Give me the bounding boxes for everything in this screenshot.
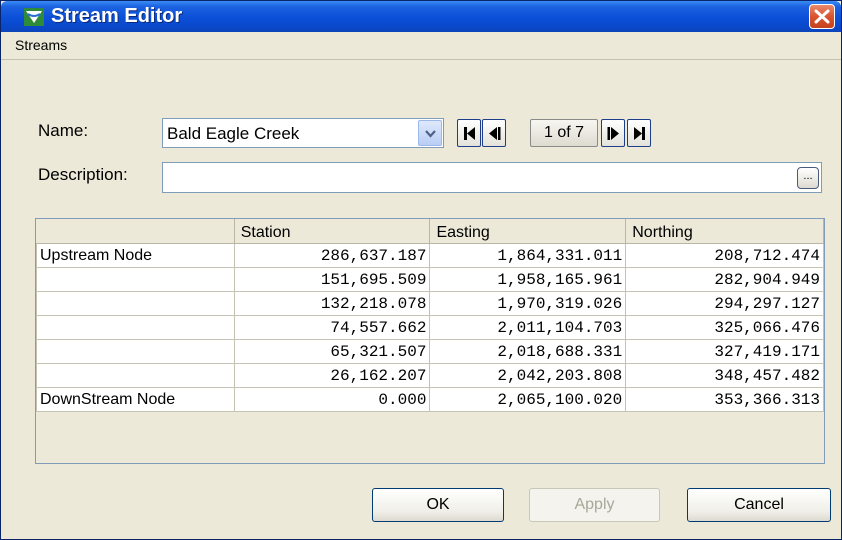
column-header-northing: Northing (625, 219, 824, 244)
close-icon (814, 9, 830, 24)
station-cell[interactable]: 65,321.507 (233, 338, 431, 364)
easting-cell[interactable]: 1,864,331.011 (429, 242, 627, 268)
last-record-button[interactable] (627, 119, 651, 147)
northing-cell[interactable]: 348,457.482 (625, 362, 824, 388)
row-label-cell[interactable] (36, 314, 235, 340)
table-header-row: Station Easting Northing (36, 219, 824, 244)
row-label-cell[interactable]: DownStream Node (36, 386, 235, 412)
easting-cell[interactable]: 1,958,165.961 (429, 266, 627, 292)
station-cell[interactable]: 286,637.187 (233, 242, 431, 268)
stream-nodes-table: Station Easting Northing Upstream Node 28… (35, 218, 825, 464)
table-row: 74,557.662 2,011,104.703 325,066.476 (36, 314, 824, 340)
row-label-cell[interactable] (36, 338, 235, 364)
browse-description-button[interactable]: ... (797, 167, 819, 189)
stream-name-dropdown[interactable]: Bald Eagle Creek (162, 118, 444, 148)
table-row: 65,321.507 2,018,688.331 327,419.171 (36, 338, 824, 364)
easting-cell[interactable]: 2,042,203.808 (429, 362, 627, 388)
table-row: Upstream Node 286,637.187 1,864,331.011 208… (36, 242, 824, 268)
apply-button[interactable]: Apply (529, 488, 660, 522)
first-record-icon (464, 127, 475, 140)
previous-record-icon (489, 127, 501, 140)
next-record-button[interactable] (601, 119, 625, 147)
easting-cell[interactable]: 2,011,104.703 (429, 314, 627, 340)
menu-bar: Streams (1, 32, 841, 60)
row-label-cell[interactable] (36, 266, 235, 292)
stream-name-value: Bald Eagle Creek (167, 124, 300, 143)
easting-cell[interactable]: 1,970,319.026 (429, 290, 627, 316)
previous-record-button[interactable] (482, 119, 506, 147)
northing-cell[interactable]: 208,712.474 (625, 242, 824, 268)
station-cell[interactable]: 74,557.662 (233, 314, 431, 340)
title-bar[interactable]: Stream Editor (1, 1, 841, 32)
column-header-easting: Easting (429, 219, 627, 244)
dropdown-arrow-button[interactable] (418, 120, 442, 146)
cancel-button[interactable]: Cancel (687, 488, 831, 522)
table-row: 132,218.078 1,970,319.026 294,297.127 (36, 290, 824, 316)
row-label-cell[interactable] (36, 290, 235, 316)
menu-streams[interactable]: Streams (15, 37, 67, 53)
description-label: Description: (38, 165, 128, 184)
northing-cell[interactable]: 327,419.171 (625, 338, 824, 364)
easting-cell[interactable]: 2,018,688.331 (429, 338, 627, 364)
last-record-icon (634, 127, 645, 140)
window-title: Stream Editor (51, 5, 183, 27)
table-row: DownStream Node 0.000 2,065,100.020 353,366… (36, 386, 824, 412)
station-cell[interactable]: 26,162.207 (233, 362, 431, 388)
northing-cell[interactable]: 325,066.476 (625, 314, 824, 340)
station-cell[interactable]: 151,695.509 (233, 266, 431, 292)
description-field[interactable] (162, 162, 822, 193)
record-indicator: 1 of 7 (530, 119, 598, 147)
ok-button[interactable]: OK (372, 488, 504, 522)
northing-cell[interactable]: 294,297.127 (625, 290, 824, 316)
close-button[interactable] (809, 4, 835, 29)
next-record-icon (607, 127, 619, 140)
table-row: 151,695.509 1,958,165.961 282,904.949 (36, 266, 824, 292)
column-header-station: Station (234, 219, 431, 244)
northing-cell[interactable]: 282,904.949 (625, 266, 824, 292)
row-label-cell[interactable] (36, 362, 235, 388)
easting-cell[interactable]: 2,065,100.020 (429, 386, 627, 412)
column-header-row-label (36, 219, 235, 244)
first-record-button[interactable] (457, 119, 481, 147)
table-row: 26,162.207 2,042,203.808 348,457.482 (36, 362, 824, 388)
stream-editor-window: Stream Editor Streams Name: Bald Eagle C… (0, 0, 842, 540)
northing-cell[interactable]: 353,366.313 (625, 386, 824, 412)
chevron-down-icon (425, 130, 436, 138)
row-label-cell[interactable]: Upstream Node (36, 242, 235, 268)
name-label: Name: (38, 121, 89, 140)
stream-editor-icon (24, 8, 44, 26)
station-cell[interactable]: 132,218.078 (233, 290, 431, 316)
station-cell[interactable]: 0.000 (233, 386, 431, 412)
